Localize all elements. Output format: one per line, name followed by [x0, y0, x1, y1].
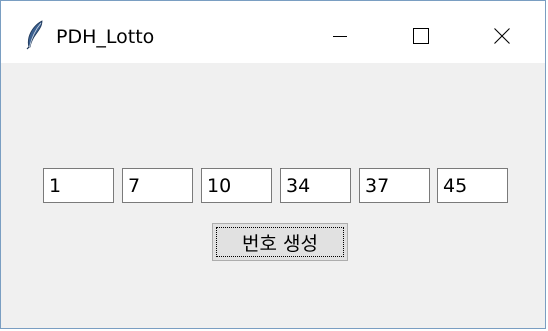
main-content: 번호 생성	[1, 63, 545, 328]
title-bar[interactable]: PDH_Lotto	[1, 1, 545, 63]
number-entry-6[interactable]	[437, 168, 508, 203]
generate-button-label: 번호 생성	[242, 232, 318, 255]
maximize-button[interactable]	[398, 13, 444, 59]
minimize-button[interactable]	[317, 13, 363, 59]
window-title: PDH_Lotto	[56, 26, 155, 48]
app-window: PDH_Lotto 번호	[0, 0, 546, 329]
generate-numbers-button[interactable]: 번호 생성	[212, 223, 348, 261]
maximize-icon	[413, 28, 429, 44]
number-entry-3[interactable]	[201, 168, 272, 203]
close-button[interactable]	[479, 13, 525, 59]
feather-icon	[25, 20, 45, 50]
minimize-icon	[333, 29, 347, 43]
close-icon	[494, 28, 510, 44]
number-entry-5[interactable]	[359, 168, 430, 203]
number-entry-2[interactable]	[122, 168, 193, 203]
number-entry-4[interactable]	[280, 168, 351, 203]
number-entry-1[interactable]	[43, 168, 114, 203]
